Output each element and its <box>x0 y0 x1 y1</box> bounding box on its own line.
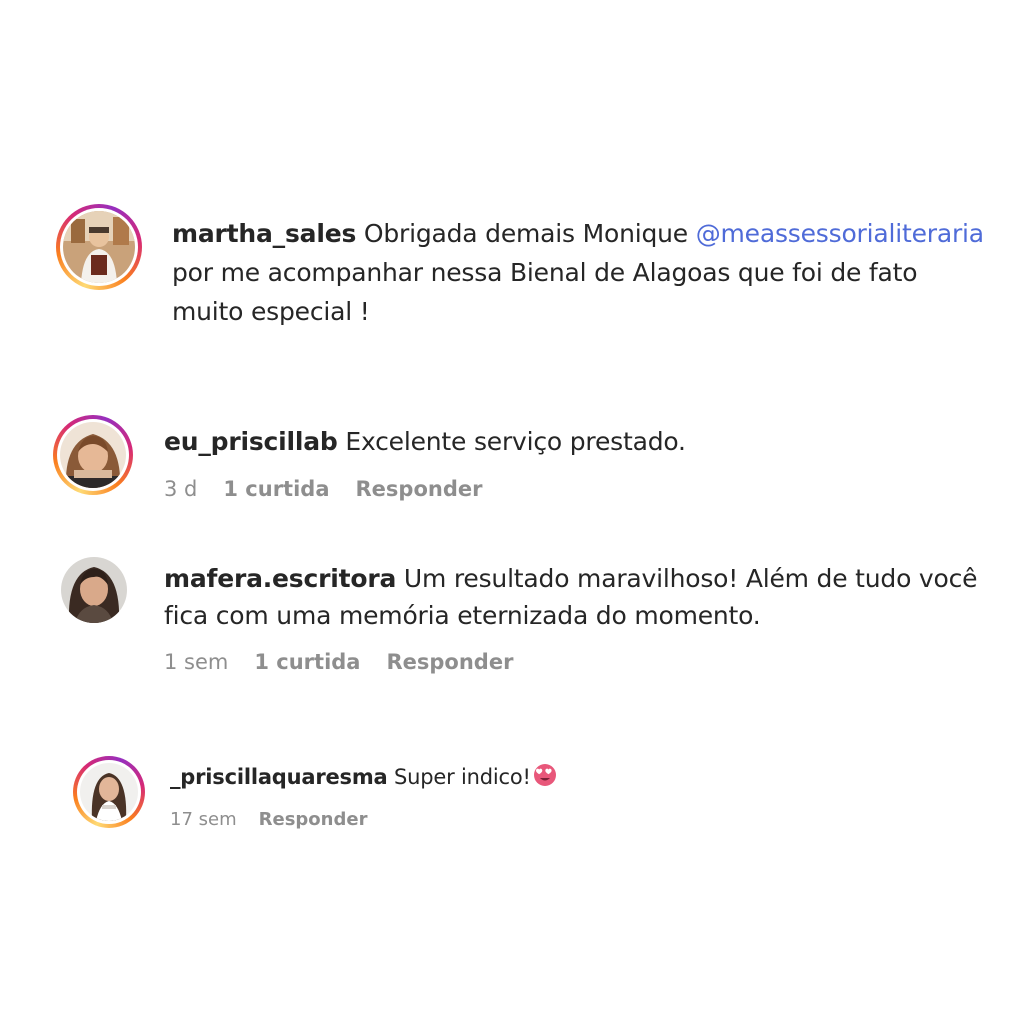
avatar-wrapper <box>59 555 129 625</box>
comment-mafera-escritora: mafera.escritora Um resultado maravilhos… <box>0 552 1024 682</box>
heart-eyes-emoji-icon <box>533 763 557 795</box>
comment-body-part: Obrigada demais Monique <box>356 219 696 248</box>
username[interactable]: eu_priscillab <box>164 427 338 456</box>
comment-text: _priscillaquaresma Super indico! <box>170 762 984 795</box>
story-ring[interactable] <box>53 415 133 495</box>
username[interactable]: martha_sales <box>172 219 356 248</box>
avatar[interactable] <box>63 211 135 283</box>
avatar[interactable] <box>80 763 138 821</box>
comment-eu-priscillab: eu_priscillab Excelente serviço prestado… <box>0 410 1024 510</box>
avatar[interactable] <box>61 557 127 623</box>
comment-body-part: por me acompanhar nessa Bienal de Alagoa… <box>172 258 918 326</box>
story-ring[interactable] <box>56 204 142 290</box>
reply-button[interactable]: Responder <box>356 477 483 501</box>
comment-meta: 17 sem Responder <box>170 809 984 830</box>
comment-text: eu_priscillab Excelente serviço prestado… <box>164 424 984 460</box>
comment-priscillaquaresma: _priscillaquaresma Super indico! 17 sem … <box>0 752 1024 842</box>
avatar[interactable] <box>60 422 126 488</box>
timestamp[interactable]: 1 sem <box>164 650 228 674</box>
timestamp[interactable]: 17 sem <box>170 809 237 830</box>
timestamp[interactable]: 3 d <box>164 477 197 501</box>
reply-button[interactable]: Responder <box>386 650 513 674</box>
comment-body: Excelente serviço prestado. <box>337 427 686 456</box>
comment-body: Super indico! <box>387 765 531 789</box>
username[interactable]: mafera.escritora <box>164 564 396 593</box>
username[interactable]: _priscillaquaresma <box>170 765 388 789</box>
likes-count[interactable]: 1 curtida <box>254 650 360 674</box>
reply-button[interactable]: Responder <box>259 809 368 830</box>
comment-meta: 3 d 1 curtida Responder <box>164 477 984 501</box>
comment-text: martha_sales Obrigada demais Monique @me… <box>172 214 984 331</box>
story-ring[interactable] <box>73 756 145 828</box>
comment-martha-sales: martha_sales Obrigada demais Monique @me… <box>0 200 1024 340</box>
likes-count[interactable]: 1 curtida <box>223 477 329 501</box>
comment-text: mafera.escritora Um resultado maravilhos… <box>164 560 984 634</box>
mention-link[interactable]: @meassessorialiteraria <box>696 219 984 248</box>
comment-meta: 1 sem 1 curtida Responder <box>164 650 984 674</box>
